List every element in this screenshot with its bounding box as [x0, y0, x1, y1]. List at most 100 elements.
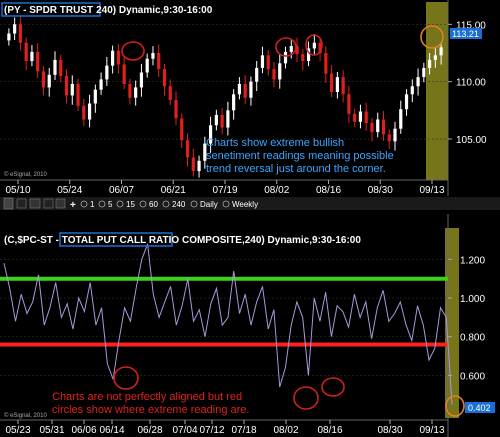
top-xtick-label: 09/13: [419, 185, 444, 196]
price-bar-body: [7, 33, 11, 41]
price-bar-body: [53, 59, 57, 75]
toolbar-interval-15[interactable]: 15: [126, 200, 135, 209]
price-bar-body: [422, 67, 426, 78]
price-bar-body: [410, 86, 414, 95]
bottom-xtick-label: 05/31: [39, 425, 64, 436]
top-annotation-line-2: senetiment readings meaning possible: [206, 150, 394, 162]
price-bar-body: [162, 69, 167, 87]
price-bar-body: [370, 122, 374, 133]
price-bar-body: [381, 119, 386, 135]
top-xtick-label: 06/07: [109, 185, 134, 196]
price-bar-body: [353, 113, 357, 122]
toolbar-crosshair-button[interactable]: +: [70, 200, 76, 211]
price-bar-body: [139, 72, 144, 88]
price-bar-body: [59, 59, 63, 76]
price-bar-body: [249, 81, 253, 98]
toolbar-interval-daily[interactable]: Daily: [200, 200, 218, 209]
top-ytick-label: 105.00: [456, 135, 487, 146]
toolbar-interval-240[interactable]: 240: [172, 200, 186, 209]
price-bar-body: [416, 77, 420, 87]
price-bar-body: [47, 74, 51, 88]
bottom-xtick-label: 07/12: [199, 425, 224, 436]
toolbar-interval-1[interactable]: 1: [90, 200, 95, 209]
bottom-watermark: © eSignal, 2010: [4, 412, 47, 419]
price-bar-body: [347, 94, 351, 114]
price-bar-body: [157, 53, 161, 70]
price-bar-body: [237, 83, 242, 95]
bottom-ytick-label: 1.000: [460, 294, 485, 305]
bottom-panel-title: (C,$PC-ST - TOTAL PUT CALL RATIO COMPOSI…: [4, 235, 361, 246]
price-bar-body: [393, 128, 397, 142]
price-bar-body: [180, 118, 184, 141]
price-bar-body: [128, 83, 132, 98]
toolbar-interval-60[interactable]: 60: [149, 200, 158, 209]
price-bar-body: [116, 50, 120, 65]
price-bar-body: [376, 119, 380, 133]
chart-background: [0, 0, 500, 437]
price-bar-body: [64, 75, 69, 96]
toolbar-chart-icon[interactable]: [3, 197, 14, 210]
toolbar-grid-icon[interactable]: [16, 198, 27, 209]
price-bar-body: [330, 73, 334, 92]
price-bar-body: [70, 83, 74, 96]
price-bar-body: [168, 86, 172, 101]
price-bar-body: [255, 67, 259, 82]
bottom-xtick-label: 09/13: [419, 425, 444, 436]
top-highlight-region: [426, 2, 448, 180]
bottom-xtick-label: 05/23: [5, 425, 30, 436]
price-bar-body: [433, 55, 437, 60]
price-bar-body: [41, 71, 46, 88]
bottom-ytick-label: 0.600: [460, 371, 485, 382]
price-bar-body: [324, 53, 328, 74]
bottom-xtick-label: 07/18: [231, 425, 256, 436]
toolbar-interval-weekly[interactable]: Weekly: [232, 200, 258, 209]
price-bar-body: [358, 111, 363, 122]
top-xtick-label: 06/21: [161, 185, 186, 196]
price-bar-body: [134, 87, 138, 98]
price-bar-body: [439, 47, 443, 56]
top-annotation-line-1: Charts show extreme bullish: [206, 137, 344, 149]
toolbar-interval-5[interactable]: 5: [108, 200, 113, 209]
price-bar-body: [24, 42, 28, 62]
price-bar-body: [404, 94, 409, 110]
price-bar-body: [82, 105, 86, 120]
price-bar-body: [30, 51, 34, 62]
bottom-xtick-label: 08/16: [317, 425, 342, 436]
top-ytick-label: 110.00: [456, 78, 486, 89]
bottom-xtick-label: 08/30: [377, 425, 402, 436]
price-bar-body: [301, 54, 305, 62]
top-xtick-label: 05/10: [5, 185, 30, 196]
price-bar-body: [364, 111, 368, 123]
price-bar-body: [93, 89, 97, 104]
price-bar-body: [341, 77, 345, 95]
price-bar-body: [105, 65, 109, 80]
bottom-annotation-line-1: Charts are not perfectly aligned but red: [52, 391, 242, 403]
price-bar-body: [272, 69, 276, 80]
price-bar-body: [266, 55, 270, 70]
price-bar-body: [191, 157, 195, 172]
bottom-xtick-label: 08/02: [273, 425, 298, 436]
top-xtick-label: 05/24: [57, 185, 82, 196]
top-annotation-line-3: trend reversal just around the corner.: [206, 163, 386, 175]
price-bar-body: [243, 83, 247, 98]
toolbar-window-icon[interactable]: [29, 198, 41, 209]
top-panel-title: (PY - SPDR TRUST 240) Dynamic,9:30-16:00: [4, 5, 213, 16]
price-bar-body: [278, 63, 282, 80]
bottom-annotation-line-2: circles show where extreme reading are.: [52, 404, 249, 416]
price-bar-body: [214, 114, 218, 126]
bottom-xtick-label: 06/14: [99, 425, 124, 436]
bottom-last-value-label: 0.402: [468, 403, 491, 413]
price-bar-body: [122, 64, 126, 84]
price-bar-body: [335, 77, 339, 92]
spy-putcall-chart: 105.00110.00115.00 0.6000.8001.0001.200 …: [0, 0, 500, 437]
toolbar-table-icon[interactable]: [43, 198, 54, 209]
price-bar-body: [289, 46, 293, 52]
bottom-xtick-label: 07/04: [172, 425, 197, 436]
toolbar-layout-icon[interactable]: [55, 198, 66, 209]
price-bar-body: [13, 24, 17, 34]
top-last-value-label: 113.21: [452, 29, 479, 39]
price-bar-body: [399, 109, 403, 129]
price-bar-body: [36, 51, 40, 72]
top-watermark: © eSignal, 2010: [4, 171, 47, 178]
price-bar-body: [220, 114, 224, 128]
